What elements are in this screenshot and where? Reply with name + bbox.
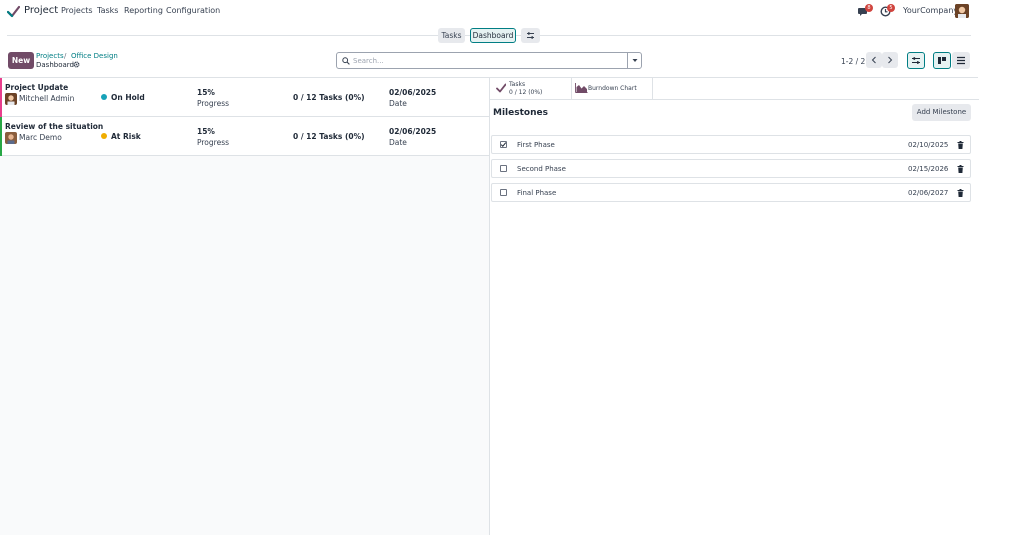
update-title: Project Update [5, 83, 69, 92]
tasks-summary: 0 / 12 Tasks (0%) [293, 132, 365, 141]
chevron-left-icon [871, 56, 876, 64]
sliders-icon [912, 57, 920, 64]
update-row[interactable]: Project Update Mitchell Admin On Hold 15… [0, 78, 489, 117]
company-switcher[interactable]: YourCompany [903, 6, 958, 15]
gear-icon[interactable] [73, 61, 80, 68]
update-color-bar [0, 117, 2, 156]
search-options-toggle[interactable] [627, 53, 641, 68]
milestones-heading: Milestones [493, 108, 548, 118]
new-button[interactable]: New [8, 52, 34, 69]
tasks-stat-button[interactable]: Tasks 0 / 12 (0%) [490, 78, 572, 99]
pager-previous-button[interactable] [866, 52, 882, 68]
milestone-name: Final Phase [517, 189, 557, 197]
view-settings-button[interactable] [521, 28, 540, 43]
update-date: 02/06/2025 [389, 88, 437, 97]
update-author: Mitchell Admin [19, 94, 75, 103]
burndown-chart-label: Burndown Chart [588, 85, 637, 92]
chevron-right-icon [888, 56, 893, 64]
trash-icon[interactable] [957, 165, 964, 173]
trash-icon[interactable] [957, 141, 964, 149]
check-icon [500, 142, 507, 147]
dashboard-view-button[interactable]: Dashboard [470, 28, 516, 43]
milestone-row[interactable]: Second Phase 02/15/2026 [491, 159, 971, 178]
status-label: On Hold [111, 93, 145, 102]
add-milestone-button[interactable]: Add Milestone [912, 104, 971, 121]
status-label: At Risk [111, 132, 141, 141]
caret-down-icon [632, 59, 638, 62]
milestone-name: First Phase [517, 141, 555, 149]
user-avatar [5, 132, 17, 144]
milestone-deadline: 02/06/2027 [908, 189, 949, 197]
breadcrumb-projects[interactable]: Projects [36, 52, 64, 60]
search-icon [342, 57, 350, 65]
breadcrumb-current: Dashboard [36, 61, 74, 69]
user-avatar[interactable] [955, 4, 969, 18]
breadcrumb-office-design[interactable]: Office Design [71, 52, 118, 60]
activities-badge: 5 [887, 3, 895, 12]
tasks-stat-title: Tasks [509, 81, 526, 88]
filter-panel-toggle[interactable] [907, 52, 925, 69]
list-icon [957, 56, 965, 65]
user-avatar-image [955, 4, 969, 18]
search-bar [336, 52, 642, 69]
pager-value[interactable]: 1-2 / 2 [841, 57, 865, 66]
stats-divider [490, 99, 979, 100]
kanban-view-button[interactable] [933, 52, 951, 69]
status-dot [101, 94, 107, 100]
tasks-stat-value: 0 / 12 (0%) [509, 89, 543, 96]
update-color-bar [0, 78, 2, 117]
milestone-deadline: 02/15/2026 [908, 165, 949, 173]
date-label: Date [389, 99, 407, 108]
tasks-summary: 0 / 12 Tasks (0%) [293, 93, 365, 102]
update-row[interactable]: Review of the situation Marc Demo At Ris… [0, 117, 489, 156]
project-updates-list: Project Update Mitchell Admin On Hold 15… [0, 78, 489, 535]
top-navbar: Project Projects Tasks Reporting Configu… [0, 0, 978, 24]
progress-value: 15% [197, 88, 215, 97]
sliders-icon [527, 32, 534, 39]
milestone-row[interactable]: Final Phase 02/06/2027 [491, 183, 971, 202]
app-name[interactable]: Project [24, 5, 58, 16]
user-avatar [5, 93, 17, 105]
burndown-chart-button[interactable]: Burndown Chart [572, 78, 653, 99]
update-author: Marc Demo [19, 133, 62, 142]
milestone-checkbox[interactable] [500, 141, 507, 148]
milestone-row[interactable]: First Phase 02/10/2025 [491, 135, 971, 154]
milestone-checkbox[interactable] [500, 189, 507, 196]
trash-icon[interactable] [957, 189, 964, 197]
user-avatar-image [5, 132, 17, 144]
menu-projects[interactable]: Projects [61, 6, 93, 15]
pager-next-button[interactable] [882, 52, 898, 68]
progress-label: Progress [197, 99, 230, 108]
milestone-deadline: 02/10/2025 [908, 141, 949, 149]
menu-configuration[interactable]: Configuration [166, 6, 220, 15]
update-title: Review of the situation [5, 122, 104, 131]
progress-value: 15% [197, 127, 215, 136]
milestone-checkbox[interactable] [500, 165, 507, 172]
user-avatar-image [5, 93, 17, 105]
project-side-panel: Tasks 0 / 12 (0%) Burndown Chart Milesto… [489, 78, 979, 535]
list-view-button[interactable] [952, 52, 970, 69]
project-app-icon[interactable] [7, 5, 20, 18]
update-date: 02/06/2025 [389, 127, 437, 136]
search-input[interactable] [353, 55, 623, 66]
date-label: Date [389, 138, 407, 147]
progress-label: Progress [197, 138, 230, 147]
status-dot [101, 133, 107, 139]
menu-tasks[interactable]: Tasks [97, 6, 118, 15]
breadcrumb-separator: / [64, 52, 67, 60]
kanban-icon [938, 57, 946, 64]
area-chart-icon [575, 83, 588, 93]
messages-badge: 8 [865, 3, 873, 12]
milestone-name: Second Phase [517, 165, 566, 173]
tasks-view-button[interactable]: Tasks [438, 28, 465, 43]
check-icon [496, 83, 506, 93]
menu-reporting[interactable]: Reporting [124, 6, 163, 15]
